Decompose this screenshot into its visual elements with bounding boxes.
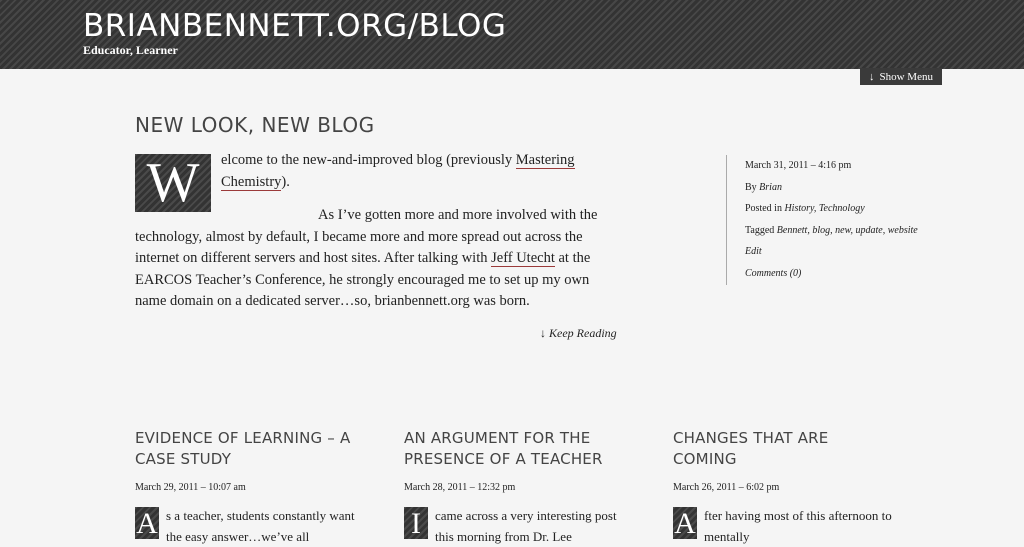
recent-post-title[interactable]: EVIDENCE OF LEARNING – A CASE STUDY bbox=[135, 428, 375, 470]
recent-post-excerpt: After having most of this afternoon to m… bbox=[673, 505, 893, 547]
drop-cap: A bbox=[673, 507, 697, 540]
post-body: W elcome to the new-and-improved blog (p… bbox=[135, 150, 620, 313]
title-line-2[interactable]: CASE STUDY bbox=[135, 450, 231, 468]
recent-post-date: March 29, 2011 – 10:07 am bbox=[135, 482, 246, 493]
by-label: By bbox=[745, 181, 757, 193]
show-menu-label: Show Menu bbox=[879, 70, 933, 83]
posted-in-label: Posted in bbox=[745, 203, 782, 214]
tag-link[interactable]: update bbox=[856, 225, 883, 236]
recent-post-3: CHANGES THAT ARE COMING March 26, 2011 – … bbox=[673, 428, 913, 547]
arrow-down-icon: ↓ bbox=[869, 70, 875, 83]
excerpt-text: fter having most of this afternoon to me… bbox=[704, 508, 892, 544]
title-line-1[interactable]: CHANGES THAT ARE bbox=[673, 429, 828, 447]
drop-cap: A bbox=[135, 507, 159, 540]
excerpt-text: came across a very interesting post this… bbox=[435, 508, 617, 544]
site-header: BRIANBENNETT.ORG/BLOG Educator, Learner bbox=[0, 0, 1024, 69]
post-date: March 31, 2011 – 4:16 pm bbox=[745, 160, 852, 171]
comments-link[interactable]: Comments (0) bbox=[745, 268, 801, 279]
post-meta: March 31, 2011 – 4:16 pm By Brian Posted… bbox=[726, 155, 918, 285]
category-link[interactable]: History bbox=[784, 203, 813, 214]
p1-end: ). bbox=[281, 173, 290, 190]
recent-post-date: March 26, 2011 – 6:02 pm bbox=[673, 482, 780, 493]
excerpt-text: s a teacher, students constantly want th… bbox=[166, 508, 355, 544]
tag-link[interactable]: website bbox=[888, 225, 918, 236]
tag-link[interactable]: new bbox=[835, 225, 850, 236]
title-line-1[interactable]: AN ARGUMENT FOR THE bbox=[404, 429, 590, 447]
site-tagline: Educator, Learner bbox=[83, 43, 178, 57]
recent-post-excerpt: As a teacher, students constantly want t… bbox=[135, 505, 355, 547]
site-title-link[interactable]: BRIANBENNETT.ORG/BLOG bbox=[83, 8, 506, 44]
drop-cap: W bbox=[135, 154, 211, 212]
post-tags-line: Tagged Bennett, blog, new, update, websi… bbox=[745, 224, 918, 236]
title-line-2[interactable]: PRESENCE OF A TEACHER bbox=[404, 450, 603, 468]
category-link[interactable]: Technology bbox=[819, 203, 865, 214]
tagged-label: Tagged bbox=[745, 224, 775, 236]
show-menu-button[interactable]: ↓ Show Menu bbox=[860, 68, 942, 85]
tag-link[interactable]: Bennett bbox=[777, 225, 808, 236]
recent-post-2: AN ARGUMENT FOR THE PRESENCE OF A TEACHER… bbox=[404, 428, 644, 547]
recent-post-date: March 28, 2011 – 12:32 pm bbox=[404, 482, 516, 493]
post-categories-line: Posted in History, Technology bbox=[745, 203, 865, 214]
post-paragraph-2: As I’ve gotten more and more involved wi… bbox=[135, 205, 620, 313]
tag-link[interactable]: blog bbox=[812, 225, 830, 236]
edit-link[interactable]: Edit bbox=[745, 246, 762, 257]
jeff-utecht-link[interactable]: Jeff Utecht bbox=[491, 250, 555, 267]
p1-text: elcome to the new-and-improved blog (pre… bbox=[221, 152, 516, 168]
post-title[interactable]: NEW LOOK, NEW BLOG bbox=[135, 113, 375, 137]
recent-post-title[interactable]: CHANGES THAT ARE COMING bbox=[673, 428, 913, 470]
arrow-down-icon: ↓ bbox=[540, 326, 546, 340]
author-link[interactable]: Brian bbox=[759, 182, 782, 193]
drop-cap: I bbox=[404, 507, 428, 540]
title-line-1[interactable]: EVIDENCE OF LEARNING – A bbox=[135, 429, 350, 447]
title-line-2[interactable]: COMING bbox=[673, 450, 737, 468]
post-author-line: By Brian bbox=[745, 177, 918, 199]
keep-reading-link[interactable]: ↓ Keep Reading bbox=[540, 326, 617, 341]
recent-post-1: EVIDENCE OF LEARNING – A CASE STUDY March… bbox=[135, 428, 375, 547]
recent-post-title[interactable]: AN ARGUMENT FOR THE PRESENCE OF A TEACHER bbox=[404, 428, 644, 470]
recent-post-excerpt: Icame across a very interesting post thi… bbox=[404, 505, 624, 547]
keep-reading-label: Keep Reading bbox=[549, 326, 617, 340]
